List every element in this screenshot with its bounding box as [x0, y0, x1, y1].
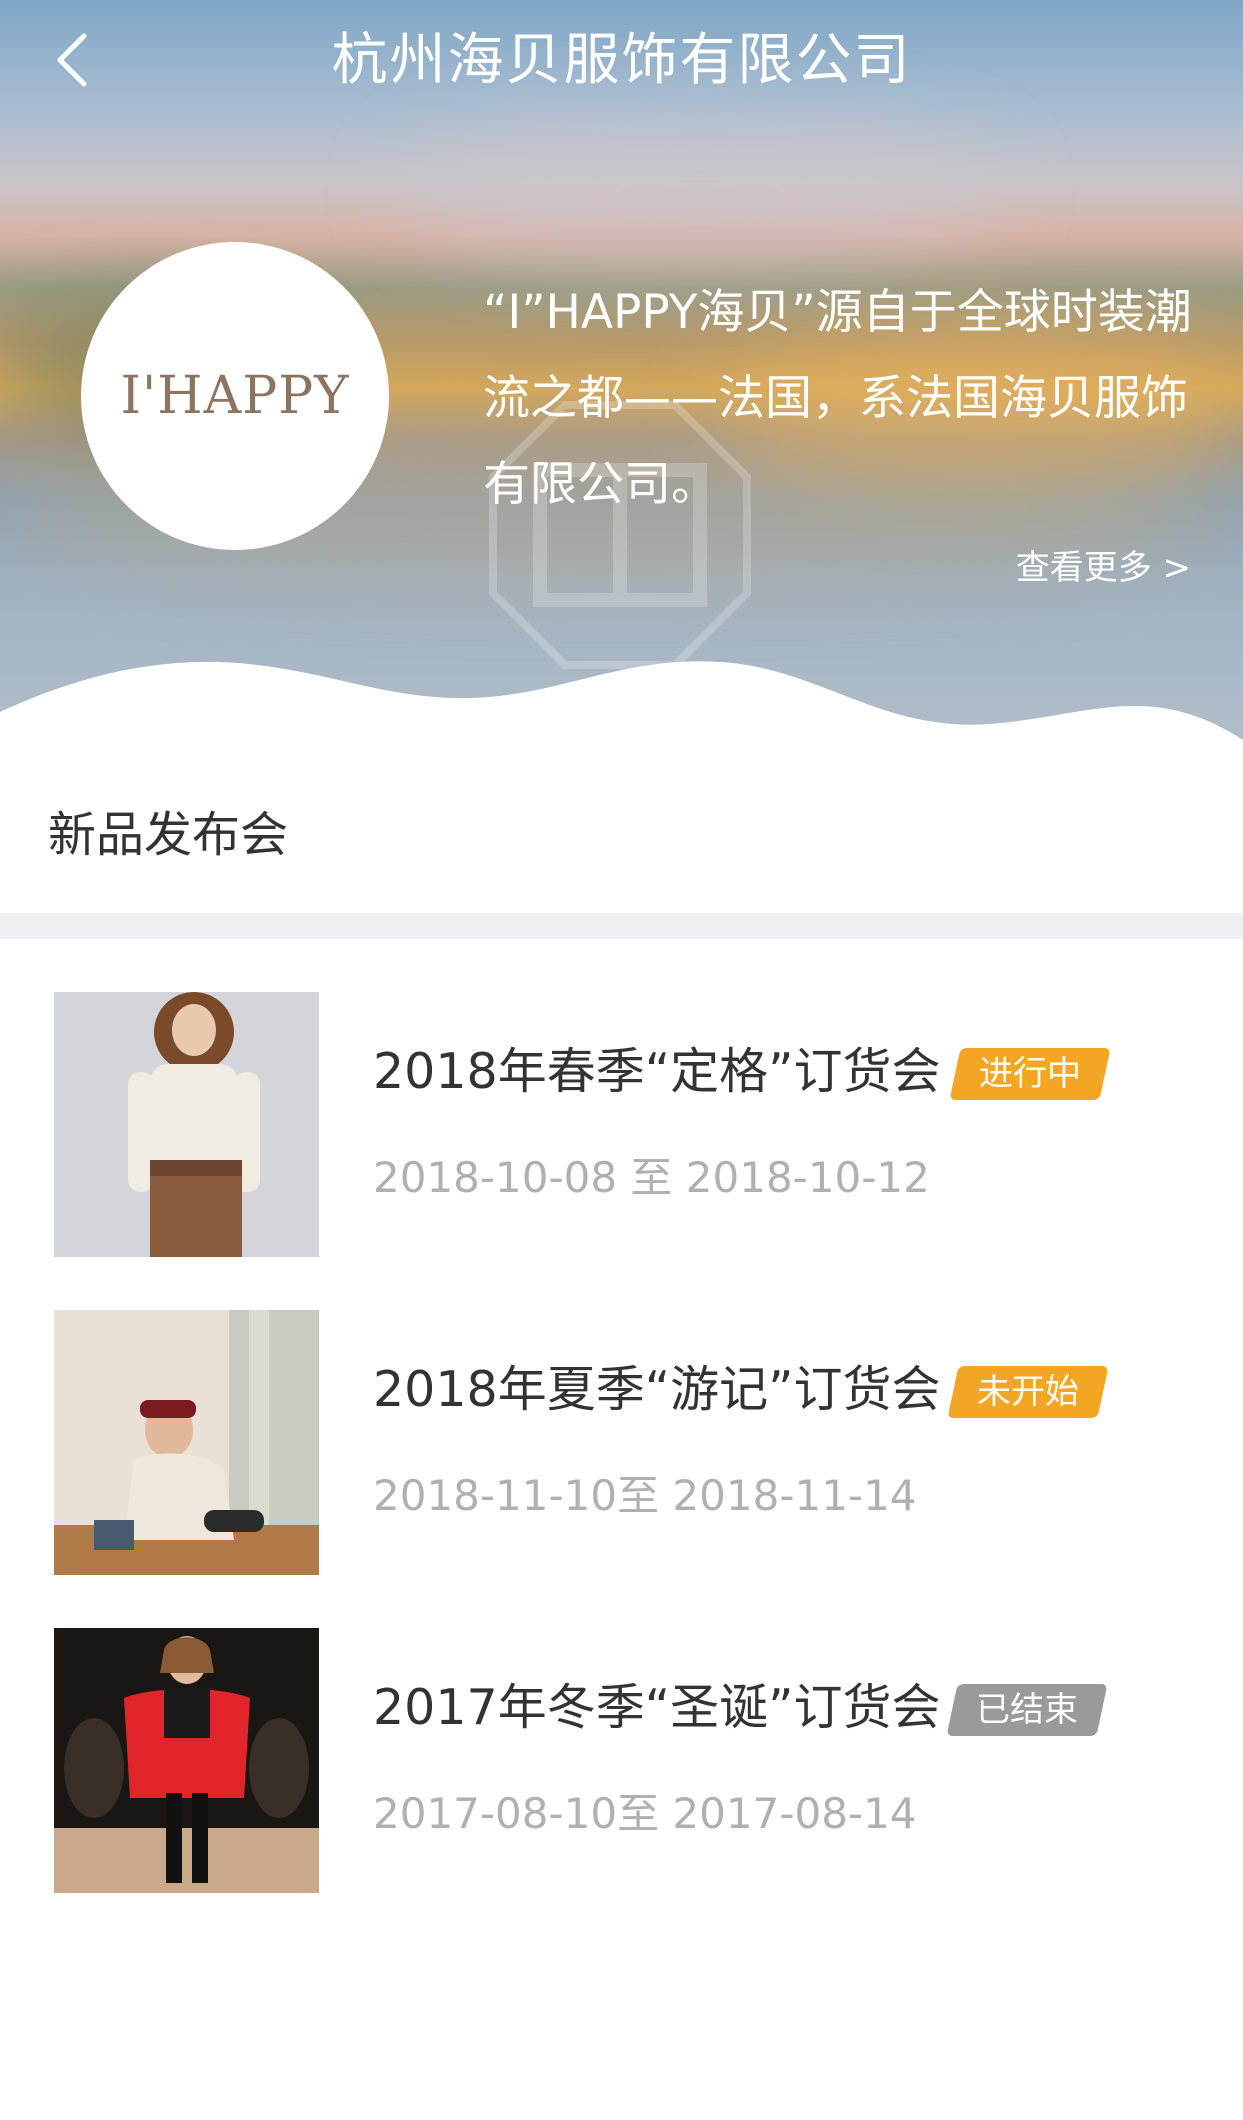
event-date: 2018-10-08 至 2018-10-12 — [373, 1153, 930, 1202]
status-badge: 进行中 — [949, 1048, 1111, 1100]
brand-logo-text: I'HAPPY — [120, 366, 350, 426]
event-title: 2018年春季“定格”订货会 — [373, 1043, 941, 1100]
event-date: 2017-08-10至 2017-08-14 — [373, 1789, 917, 1838]
event-thumbnail — [54, 1628, 319, 1893]
company-page: 杭州海贝服饰有限公司 I'HAPPY “I”HAPPY海贝”源自于全球时装潮流之… — [0, 0, 1243, 2120]
brand-intro-text: “I”HAPPY海贝”源自于全球时装潮流之都——法国，系法国海贝服饰有限公司。 — [483, 285, 1192, 512]
section-title: 新品发布会 — [48, 807, 289, 863]
event-date: 2018-11-10至 2018-11-14 — [373, 1471, 917, 1520]
event-thumbnail — [54, 992, 319, 1257]
list-item[interactable]: 2018年春季“定格”订货会 进行中 2018-10-08 至 2018-10-… — [0, 990, 1243, 1308]
brand-logo: I'HAPPY — [81, 242, 389, 550]
status-badge: 未开始 — [947, 1366, 1109, 1418]
section-divider — [0, 913, 1243, 939]
event-thumbnail — [54, 1310, 319, 1575]
background-blur — [400, 120, 1000, 260]
list-item[interactable]: 2017年冬季“圣诞”订货会 已结束 2017-08-10至 2017-08-1… — [0, 1626, 1243, 1944]
event-title: 2018年夏季“游记”订货会 — [373, 1361, 941, 1418]
view-more-link[interactable]: 查看更多 > — [1016, 540, 1191, 589]
event-title: 2017年冬季“圣诞”订货会 — [373, 1679, 941, 1736]
page-title: 杭州海贝服饰有限公司 — [331, 28, 912, 93]
list-item[interactable]: 2018年夏季“游记”订货会 未开始 2018-11-10至 2018-11-1… — [0, 1308, 1243, 1626]
wave-divider — [0, 661, 1243, 770]
status-badge: 已结束 — [946, 1684, 1108, 1736]
event-list: 2018年春季“定格”订货会 进行中 2018-10-08 至 2018-10-… — [0, 990, 1243, 1944]
